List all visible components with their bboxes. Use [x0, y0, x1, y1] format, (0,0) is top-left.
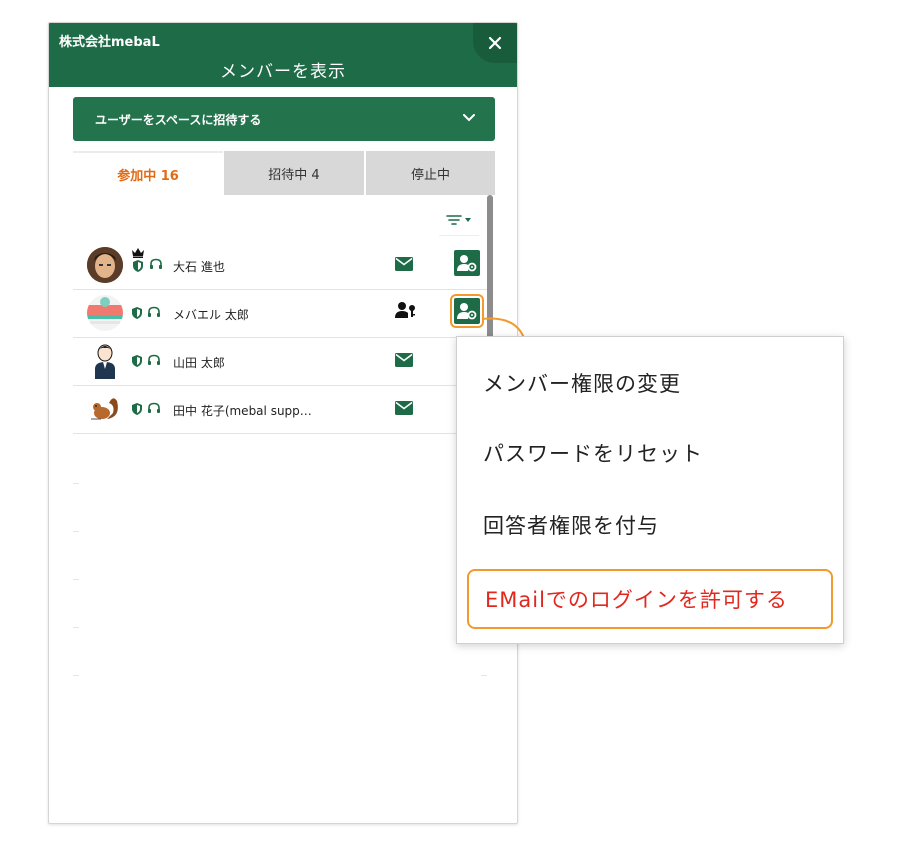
shield-icon: [132, 307, 142, 319]
member-settings-button[interactable]: [454, 250, 480, 276]
member-name[interactable]: メバエル 太郎: [173, 306, 343, 323]
list-item: 大石 進也: [73, 241, 487, 290]
list-divider: [481, 675, 487, 676]
avatar: [87, 247, 123, 283]
invite-label: ユーザーをスペースに招待する: [95, 113, 262, 127]
mail-icon: [395, 257, 413, 271]
headset-icon: [148, 306, 160, 317]
close-button[interactable]: [473, 23, 517, 63]
avatar: [87, 295, 123, 331]
list-divider: [73, 483, 79, 484]
filter-icon: [446, 215, 471, 225]
page-title: メンバーを表示: [220, 62, 346, 82]
member-settings-button[interactable]: [450, 294, 484, 328]
list-item: 山田 太郎: [73, 337, 487, 386]
headset-icon: [148, 402, 160, 413]
shield-icon: [132, 355, 142, 367]
avatar-image: [87, 247, 123, 283]
member-tabs: 参加中 16 招待中 4 停止中: [73, 151, 495, 195]
menu-item-allow-email-login[interactable]: EMailでのログインを許可する: [467, 569, 833, 629]
chevron-down-icon: [463, 114, 475, 122]
role-badges: [131, 306, 161, 320]
member-name[interactable]: 大石 進也: [173, 258, 343, 275]
role-badges: [131, 354, 161, 368]
menu-item-reset-password[interactable]: パスワードをリセット: [467, 423, 833, 483]
role-badges: [131, 402, 161, 416]
invite-user-toggle[interactable]: ユーザーをスペースに招待する: [73, 97, 495, 141]
member-panel: 株式会社mebaL メンバーを表示 ユーザーをスペースに招待する 参加中 16 …: [48, 22, 518, 824]
list-divider: [73, 627, 79, 628]
headset-icon: [148, 354, 160, 365]
close-icon: [488, 36, 502, 50]
menu-item-change-role[interactable]: メンバー権限の変更: [467, 353, 833, 413]
user-gear-icon: [457, 255, 477, 272]
tab-invited[interactable]: 招待中 4: [224, 151, 364, 195]
mail-icon: [395, 353, 413, 367]
shield-icon: [132, 403, 142, 415]
list-divider: [73, 579, 79, 580]
list-divider: [73, 675, 79, 676]
avatar-image: [87, 295, 123, 331]
member-name[interactable]: 田中 花子(mebal supp…: [173, 402, 343, 419]
tab-suspended[interactable]: 停止中: [366, 151, 495, 195]
avatar-image: [87, 343, 123, 379]
list-divider: [73, 531, 79, 532]
shield-icon: [133, 260, 143, 272]
role-badges: [131, 247, 163, 273]
mail-icon: [395, 401, 413, 415]
avatar: [87, 391, 123, 427]
avatar-image: [87, 391, 123, 427]
org-name: 株式会社mebaL: [59, 35, 160, 50]
avatar: [87, 343, 123, 379]
panel-header: 株式会社mebaL メンバーを表示: [49, 23, 517, 87]
filter-button[interactable]: [439, 205, 479, 236]
member-context-menu: メンバー権限の変更 パスワードをリセット 回答者権限を付与 EMailでのログイ…: [456, 336, 844, 644]
headset-icon: [150, 258, 162, 269]
user-gear-icon: [457, 303, 477, 320]
list-item: メバエル 太郎: [73, 289, 487, 338]
menu-item-grant-respondent[interactable]: 回答者権限を付与: [467, 495, 833, 555]
member-name[interactable]: 山田 太郎: [173, 354, 343, 371]
crown-icon: [132, 248, 144, 258]
list-item: 田中 花子(mebal supp…: [73, 385, 487, 434]
user-key-icon: [395, 302, 415, 318]
tab-joined[interactable]: 参加中 16: [73, 151, 223, 195]
